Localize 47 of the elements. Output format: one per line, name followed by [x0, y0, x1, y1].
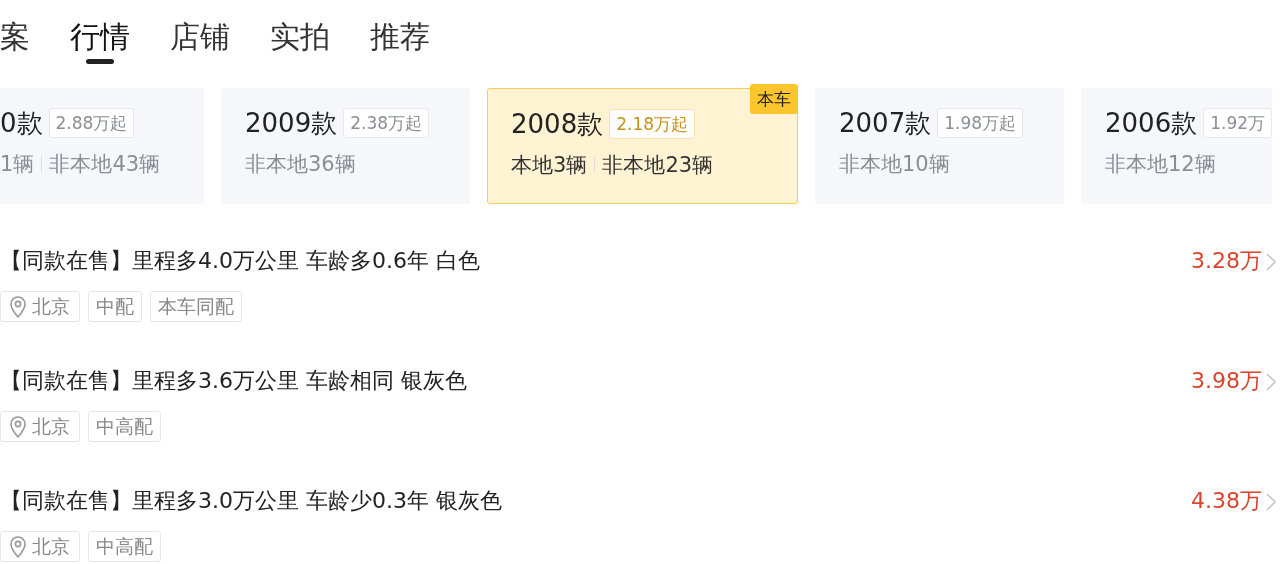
local-count: 本地3辆	[511, 152, 588, 179]
spec-tag: 中高配	[88, 411, 161, 442]
tab[interactable]: 案	[0, 14, 30, 60]
tab[interactable]: 行情	[70, 14, 130, 60]
nonlocal-count: 非本地36辆	[245, 151, 356, 178]
nonlocal-count: 非本地43辆	[49, 151, 161, 178]
nonlocal-count: 非本地12辆	[1105, 151, 1216, 178]
model-card[interactable]: 0款 2.88万起 1辆 非本地43辆	[0, 88, 204, 204]
listing-price: 4.38万	[1191, 487, 1262, 515]
listing-price: 3.28万	[1191, 247, 1262, 275]
nonlocal-count: 非本地10辆	[839, 151, 950, 178]
model-card[interactable]: 2007款 1.98万起 非本地10辆	[815, 88, 1064, 204]
starting-price: 2.88万起	[48, 108, 135, 138]
listing-price: 3.98万	[1191, 367, 1262, 395]
model-card[interactable]: 2009款 2.38万起 非本地36辆	[221, 88, 470, 204]
model-card[interactable]: 2006款 1.92万 非本地12辆	[1081, 88, 1273, 204]
starting-price: 1.92万	[1203, 108, 1273, 138]
location-pin-icon	[10, 535, 26, 558]
spec-tag: 中高配	[88, 531, 161, 562]
starting-price: 2.38万起	[343, 108, 430, 138]
location-tag: 北京	[0, 291, 80, 322]
model-year: 2009款	[245, 107, 338, 140]
location-pin-icon	[10, 415, 26, 438]
tab[interactable]: 店铺	[170, 14, 230, 60]
model-year: 2007款	[839, 107, 932, 140]
listing-title[interactable]: 【同款在售】里程多3.6万公里 车龄相同 银灰色	[0, 366, 1191, 396]
location-tag: 北京	[0, 411, 80, 442]
spec-tag: 中配	[88, 291, 142, 322]
chevron-right-icon[interactable]	[1266, 493, 1276, 511]
starting-price: 2.18万起	[609, 109, 696, 139]
starting-price: 1.98万起	[937, 108, 1024, 138]
listing-title[interactable]: 【同款在售】里程多4.0万公里 车龄多0.6年 白色	[0, 246, 1191, 276]
model-year: 2006款	[1105, 107, 1198, 140]
location-tag: 北京	[0, 531, 80, 562]
current-car-badge: 本车	[750, 84, 798, 114]
model-year: 2008款	[511, 108, 604, 141]
chevron-right-icon[interactable]	[1266, 373, 1276, 391]
tab[interactable]: 实拍	[270, 14, 330, 60]
tab-underline	[86, 59, 114, 64]
listing-title[interactable]: 【同款在售】里程多3.0万公里 车龄少0.3年 银灰色	[0, 486, 1191, 516]
chevron-right-icon[interactable]	[1266, 253, 1276, 271]
local-count: 1辆	[0, 151, 35, 178]
tab[interactable]: 推荐	[370, 14, 430, 60]
spec-tag: 本车同配	[150, 291, 242, 322]
model-year: 0款	[0, 107, 43, 140]
nonlocal-count: 非本地23辆	[602, 152, 714, 179]
location-pin-icon	[10, 295, 26, 318]
